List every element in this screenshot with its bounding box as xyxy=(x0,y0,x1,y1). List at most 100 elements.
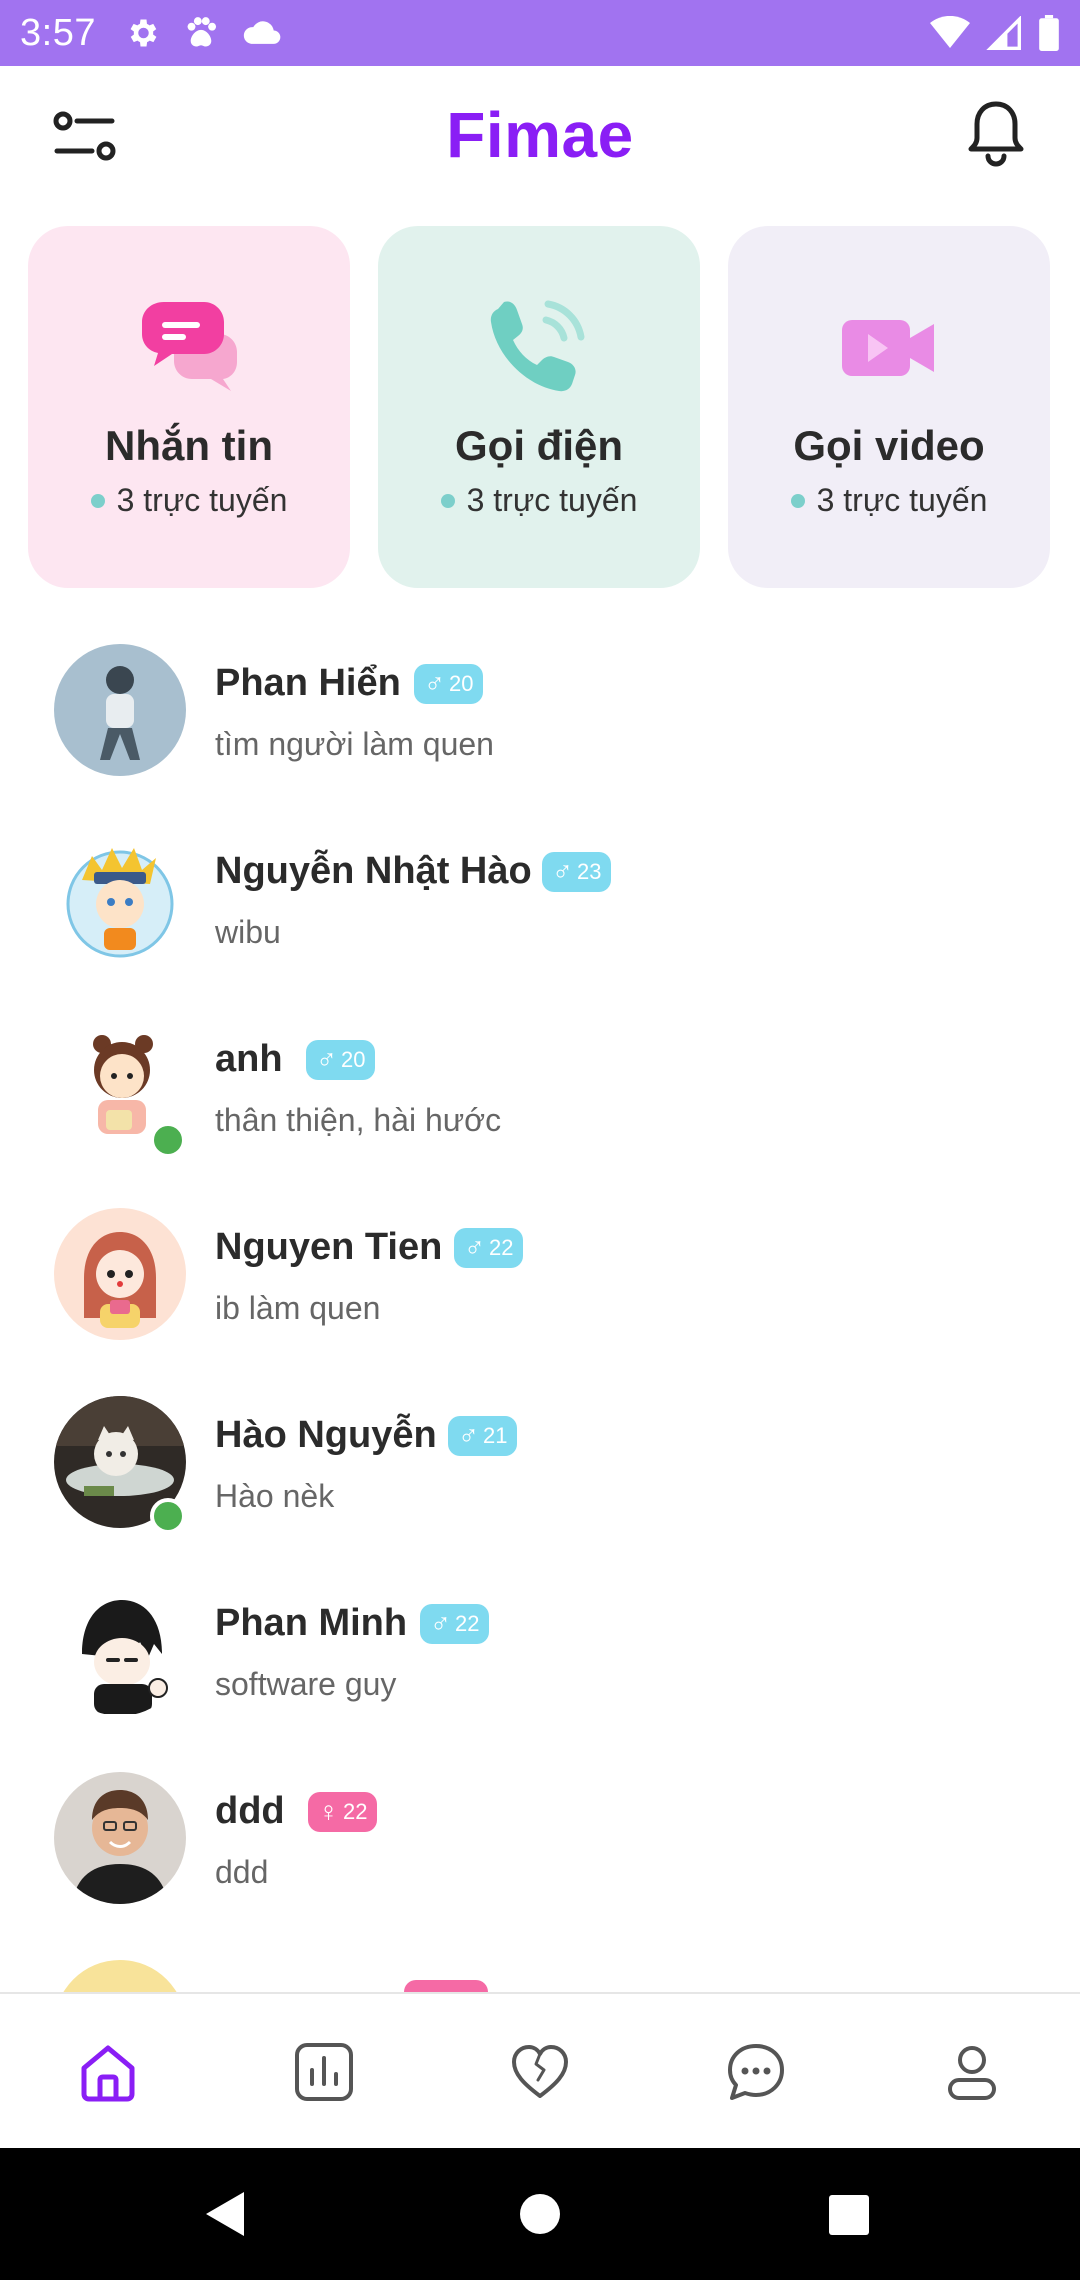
user-age: 22 xyxy=(455,1611,480,1636)
status-icons-left xyxy=(124,14,282,52)
card-calls-online-label: 3 trực tuyến xyxy=(466,482,638,518)
bottom-nav xyxy=(0,1992,1080,2150)
app-header: Fimae xyxy=(0,66,1080,206)
notifications-button[interactable] xyxy=(958,96,1034,172)
video-camera-icon xyxy=(842,320,934,376)
avatar xyxy=(54,1772,186,1904)
gender-age-badge: ♀ 22 xyxy=(308,1792,378,1832)
female-icon: ♀ xyxy=(318,1796,339,1827)
card-messages-title: Nhắn tin xyxy=(105,422,273,469)
online-dot xyxy=(440,493,455,508)
user-age: 22 xyxy=(343,1799,368,1824)
user-name: Nguyen Tien xyxy=(215,1226,443,1268)
bell-icon xyxy=(968,101,1024,167)
app-screen: 3:57 Fimae Nhắn tin 3 trực tuyến Gọi điệ… xyxy=(0,0,1080,2280)
user-status: software guy xyxy=(215,1666,397,1702)
stats-icon xyxy=(295,2043,353,2101)
profile-icon xyxy=(948,2046,996,2100)
user-age: 22 xyxy=(489,1235,514,1260)
online-indicator xyxy=(150,1122,186,1158)
card-video-title: Gọi video xyxy=(793,422,985,469)
nav-likes[interactable] xyxy=(480,2012,600,2132)
user-status: tìm người làm quen xyxy=(215,726,494,762)
user-status: wibu xyxy=(215,914,281,950)
online-dot xyxy=(90,493,105,508)
phone-icon xyxy=(490,300,585,392)
status-time: 3:57 xyxy=(20,11,96,54)
user-age: 23 xyxy=(577,859,602,884)
gear-icon xyxy=(130,19,157,47)
gender-age-badge: ♂ 22 xyxy=(420,1604,490,1644)
male-icon: ♂ xyxy=(316,1044,337,1075)
user-status: ib làm quen xyxy=(215,1290,381,1326)
user-name: Phan Minh xyxy=(215,1602,408,1644)
list-item[interactable]: Phan Hiển ♂ 20 tìm người làm quen xyxy=(0,620,1080,808)
user-age: 20 xyxy=(341,1047,366,1072)
avatar xyxy=(54,1584,186,1716)
status-bar: 3:57 xyxy=(0,0,1080,66)
nav-chats[interactable] xyxy=(696,2012,816,2132)
user-name: Nguyễn Nhật Hào xyxy=(215,850,532,892)
list-item[interactable]: Hào Nguyễn ♂ 21 Hào nèk xyxy=(0,1372,1080,1560)
avatar xyxy=(54,644,186,776)
app-title: Fimae xyxy=(446,99,634,171)
user-list: Phan Hiển ♂ 20 tìm người làm quen Nguyễn… xyxy=(0,620,1080,1992)
list-item[interactable]: ddd ♀ 22 ddd xyxy=(0,1748,1080,1936)
list-item[interactable]: anh ♂ 20 thân thiện, hài hước xyxy=(0,996,1080,1184)
status-icons-right xyxy=(930,0,1060,66)
gender-age-badge: ♂ 23 xyxy=(542,852,612,892)
online-indicator xyxy=(150,1498,186,1534)
user-name: Phan Hiển xyxy=(215,662,401,704)
user-name: Hào Nguyễn xyxy=(215,1414,437,1456)
back-icon[interactable] xyxy=(202,2190,246,2238)
avatar xyxy=(54,1960,186,1992)
user-name: anh xyxy=(215,1038,283,1080)
male-icon: ♂ xyxy=(552,856,573,887)
list-item[interactable]: Phan Minh ♂ 22 software guy xyxy=(0,1560,1080,1748)
gender-age-badge: ♂ 22 xyxy=(454,1228,524,1268)
card-video-online: 3 trực tuyến xyxy=(728,482,1050,519)
heart-icon xyxy=(512,2045,568,2098)
male-icon: ♂ xyxy=(464,1232,485,1263)
chat-bubbles-icon xyxy=(142,302,237,391)
gender-age-badge: ♀ xyxy=(404,1980,488,1992)
battery-icon xyxy=(1039,15,1059,51)
gender-age-badge: ♂ 21 xyxy=(448,1416,518,1456)
male-icon: ♂ xyxy=(458,1420,479,1451)
nav-profile[interactable] xyxy=(912,2012,1032,2132)
avatar xyxy=(54,832,186,964)
list-item[interactable]: ♀ xyxy=(0,1936,1080,1992)
card-messages[interactable]: Nhắn tin 3 trực tuyến xyxy=(28,226,350,588)
card-calls[interactable]: Gọi điện 3 trực tuyến xyxy=(378,226,700,588)
system-nav-bar xyxy=(0,2148,1080,2280)
online-dot xyxy=(790,493,805,508)
gender-age-badge: ♂ 20 xyxy=(306,1040,376,1080)
action-cards: Nhắn tin 3 trực tuyến Gọi điện 3 trực tu… xyxy=(28,226,1052,588)
user-status: thân thiện, hài hước xyxy=(215,1102,502,1138)
card-calls-title: Gọi điện xyxy=(455,422,623,469)
signal-icon xyxy=(986,16,1021,50)
home-circle-icon[interactable] xyxy=(518,2192,562,2236)
chat-icon xyxy=(728,2044,784,2100)
user-status: Hào nèk xyxy=(215,1478,335,1514)
nav-home[interactable] xyxy=(48,2012,168,2132)
card-messages-online: 3 trực tuyến xyxy=(28,482,350,519)
cloud-icon xyxy=(243,21,281,44)
nav-stats[interactable] xyxy=(264,2012,384,2132)
card-video[interactable]: Gọi video 3 trực tuyến xyxy=(728,226,1050,588)
card-calls-online: 3 trực tuyến xyxy=(378,482,700,519)
male-icon: ♂ xyxy=(424,668,445,699)
user-age: 20 xyxy=(449,671,474,696)
recents-icon[interactable] xyxy=(828,2194,870,2236)
avatar xyxy=(54,1208,186,1340)
gender-age-badge: ♂ 20 xyxy=(414,664,484,704)
card-video-online-label: 3 trực tuyến xyxy=(816,482,988,518)
list-item[interactable]: Nguyen Tien ♂ 22 ib làm quen xyxy=(0,1184,1080,1372)
user-status: ddd xyxy=(215,1854,269,1890)
card-messages-online-label: 3 trực tuyến xyxy=(116,482,288,518)
male-icon: ♂ xyxy=(430,1608,451,1639)
list-item[interactable]: Nguyễn Nhật Hào ♂ 23 wibu xyxy=(0,808,1080,996)
user-name: ddd xyxy=(215,1790,285,1832)
paw-icon xyxy=(187,17,217,47)
wifi-icon xyxy=(930,16,970,48)
